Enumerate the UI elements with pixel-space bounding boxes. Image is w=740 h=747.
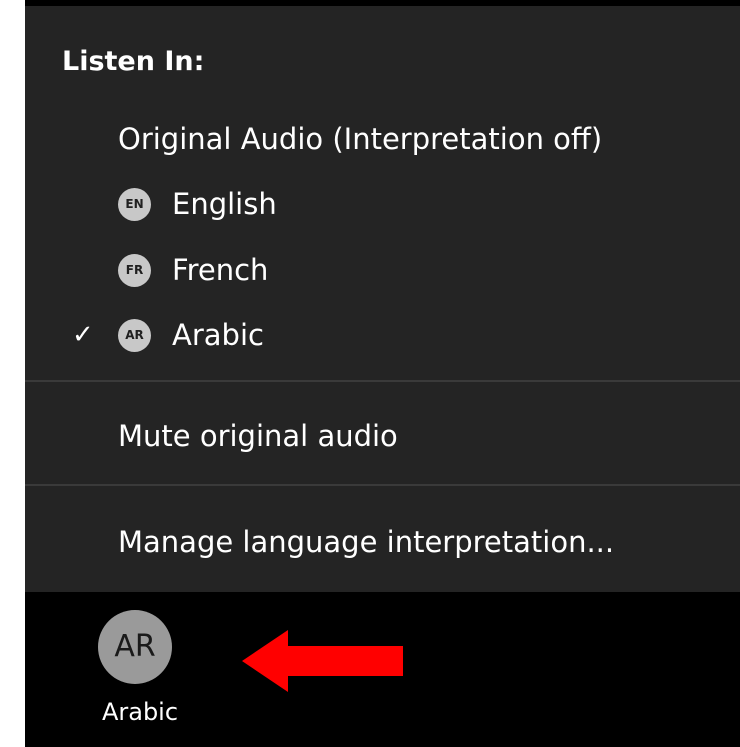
menu-item-label: Original Audio (Interpretation off) [118,122,603,156]
language-badge-fr: FR [118,254,151,287]
menu-item-label: Manage language interpretation... [118,525,615,559]
menu-divider [25,380,740,382]
menu-item-label: Arabic [172,318,264,352]
menu-item-english[interactable]: EN English [25,171,740,237]
left-arrow-icon [242,630,403,692]
interpretation-button-icon[interactable]: AR [98,610,172,684]
manage-language-interpretation-item[interactable]: Manage language interpretation... [25,509,740,575]
menu-item-label: English [172,187,277,221]
checkmark-icon: ✓ [72,320,94,350]
interpretation-popup-menu: Listen In: Original Audio (Interpretatio… [25,6,740,592]
language-badge-en: EN [118,188,151,221]
language-badge-ar: AR [118,319,151,352]
menu-item-arabic[interactable]: ✓ AR Arabic [25,302,740,368]
menu-item-label: Mute original audio [118,419,398,453]
listen-in-heading: Listen In: [62,46,205,77]
menu-divider [25,484,740,486]
menu-item-label: French [172,253,269,287]
mute-original-audio-item[interactable]: Mute original audio [25,403,740,469]
menu-item-original-audio[interactable]: Original Audio (Interpretation off) [25,106,740,172]
menu-item-french[interactable]: FR French [25,237,740,303]
interpretation-button-label[interactable]: Arabic [85,698,195,726]
